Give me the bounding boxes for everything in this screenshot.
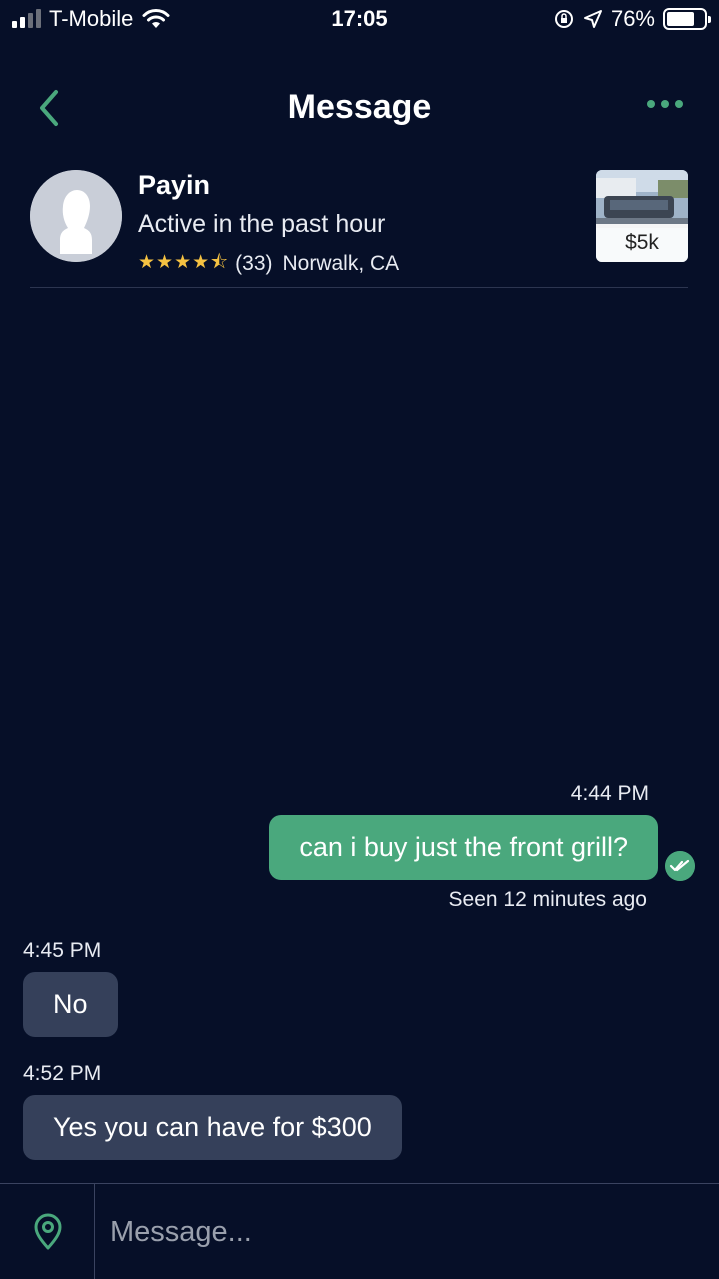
battery-percent: 76% <box>610 6 655 31</box>
avatar[interactable] <box>30 170 122 262</box>
page-title: Message <box>287 88 432 126</box>
message-timestamp: 4:45 PM <box>23 939 102 962</box>
seen-status: Seen 12 minutes ago <box>448 888 647 911</box>
battery-icon <box>663 8 711 30</box>
message-composer <box>0 1183 719 1279</box>
message-timestamp: 4:52 PM <box>23 1062 102 1085</box>
location-pin-icon <box>34 1213 62 1250</box>
seller-name[interactable]: Payin <box>138 170 210 201</box>
rating-row: ★★★★⯪ (33) Norwalk, CA <box>138 248 399 280</box>
incoming-message-bubble[interactable]: Yes you can have for $300 <box>23 1095 402 1160</box>
rotation-lock-icon <box>554 10 573 28</box>
person-silhouette-icon <box>30 170 122 262</box>
seller-activity: Active in the past hour <box>138 210 386 238</box>
outgoing-message-bubble[interactable]: can i buy just the front grill? <box>269 815 658 880</box>
more-dots-icon[interactable] <box>647 100 683 108</box>
message-timestamp: 4:44 PM <box>570 782 649 805</box>
seller-location: Norwalk, CA <box>282 252 400 275</box>
location-pin-button[interactable] <box>0 1184 95 1279</box>
status-bar: T-Mobile 17:05 76% <box>0 0 719 40</box>
double-check-icon <box>665 851 695 881</box>
seller-profile: Payin Active in the past hour ★★★★⯪ (33)… <box>30 170 688 288</box>
review-count: (33) <box>235 252 273 275</box>
incoming-message-bubble[interactable]: No <box>23 972 118 1037</box>
message-input[interactable] <box>110 1202 690 1262</box>
location-arrow-icon <box>583 10 602 28</box>
listing-thumbnail[interactable]: $5k <box>596 170 688 262</box>
status-right: 76% <box>553 6 711 32</box>
star-rating-icon: ★★★★⯪ <box>138 252 230 273</box>
listing-price: $5k <box>596 224 688 262</box>
header: Message <box>0 78 719 140</box>
